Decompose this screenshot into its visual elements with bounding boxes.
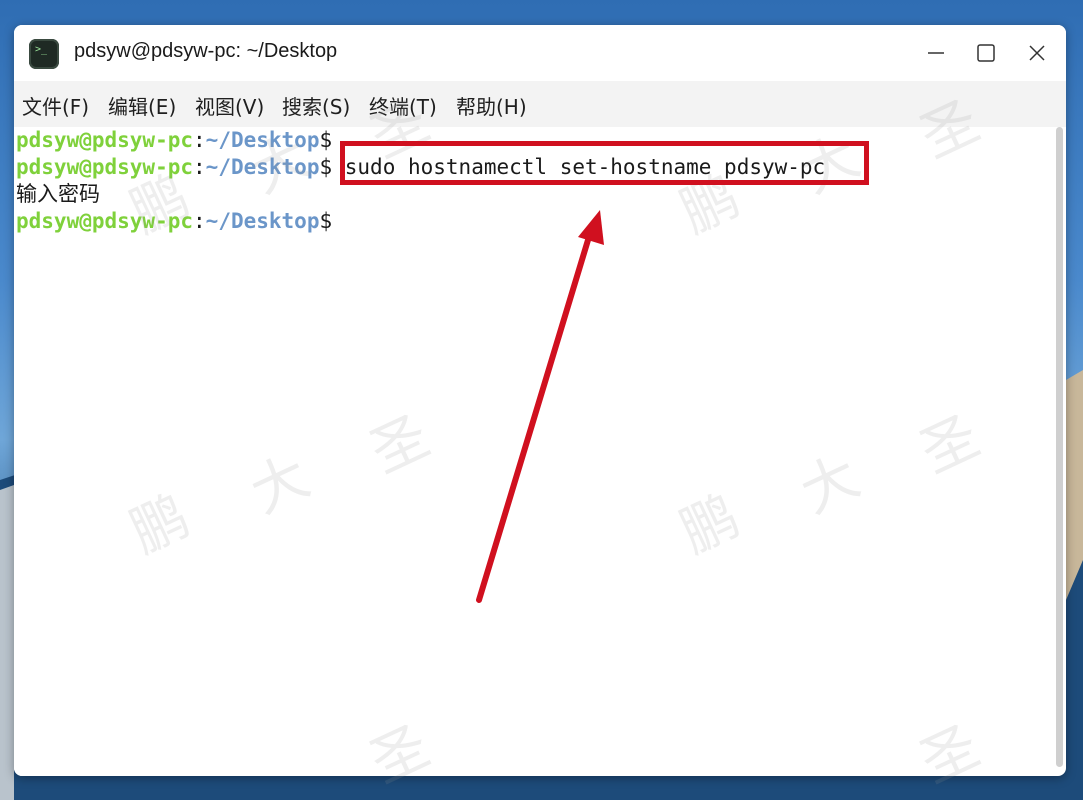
- annotation-arrow-icon: [476, 210, 604, 603]
